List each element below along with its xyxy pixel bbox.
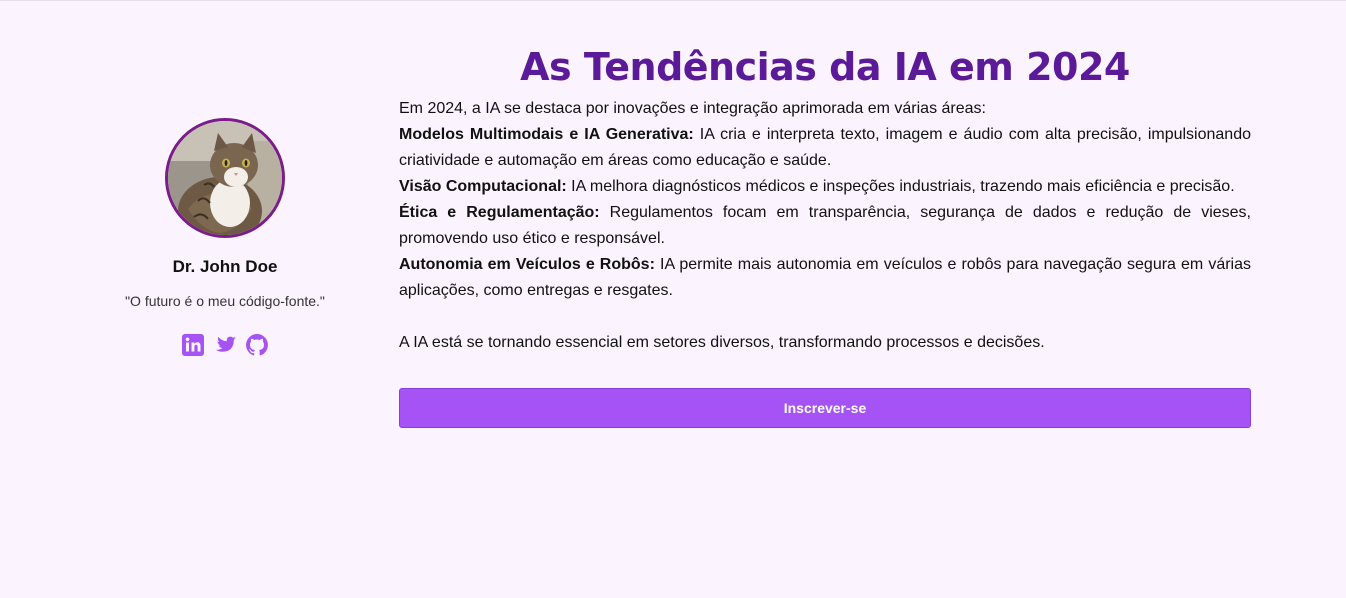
article-body: Em 2024, a IA se destaca por inovações e… xyxy=(399,96,1251,356)
trend-item: Autonomia em Veículos e Robôs: IA permit… xyxy=(399,252,1251,304)
twitter-icon[interactable] xyxy=(213,333,237,357)
avatar xyxy=(165,118,285,238)
trend-item: Modelos Multimodais e IA Generativa: IA … xyxy=(399,122,1251,174)
profile-name: Dr. John Doe xyxy=(172,257,278,276)
page-title: As Tendências da IA em 2024 xyxy=(520,45,1130,89)
social-links xyxy=(95,333,355,357)
article: As Tendências da IA em 2024 Em 2024, a I… xyxy=(399,39,1251,428)
trend-heading: Ética e Regulamentação: xyxy=(399,204,600,221)
trend-heading: Autonomia em Veículos e Robôs: xyxy=(399,256,655,273)
linkedin-icon[interactable] xyxy=(181,333,205,357)
trend-heading: Modelos Multimodais e IA Generativa: xyxy=(399,126,694,143)
trend-heading: Visão Computacional: xyxy=(399,178,567,195)
profile-card: Dr. John Doe "O futuro é o meu código-fo… xyxy=(95,118,355,357)
trend-item: Visão Computacional: IA melhora diagnóst… xyxy=(399,174,1251,200)
page: Dr. John Doe "O futuro é o meu código-fo… xyxy=(0,0,1346,598)
profile-quote: "O futuro é o meu código-fonte." xyxy=(125,293,325,309)
intro-text: Em 2024, a IA se destaca por inovações e… xyxy=(399,100,986,117)
cat-photo xyxy=(168,121,282,235)
closing-text: A IA está se tornando essencial em setor… xyxy=(399,334,1045,351)
trend-text: IA melhora diagnósticos médicos e inspeç… xyxy=(566,178,1235,195)
trend-item: Ética e Regulamentação: Regulamentos foc… xyxy=(399,200,1251,252)
subscribe-button[interactable]: Inscrever-se xyxy=(399,388,1251,428)
github-icon[interactable] xyxy=(245,333,269,357)
